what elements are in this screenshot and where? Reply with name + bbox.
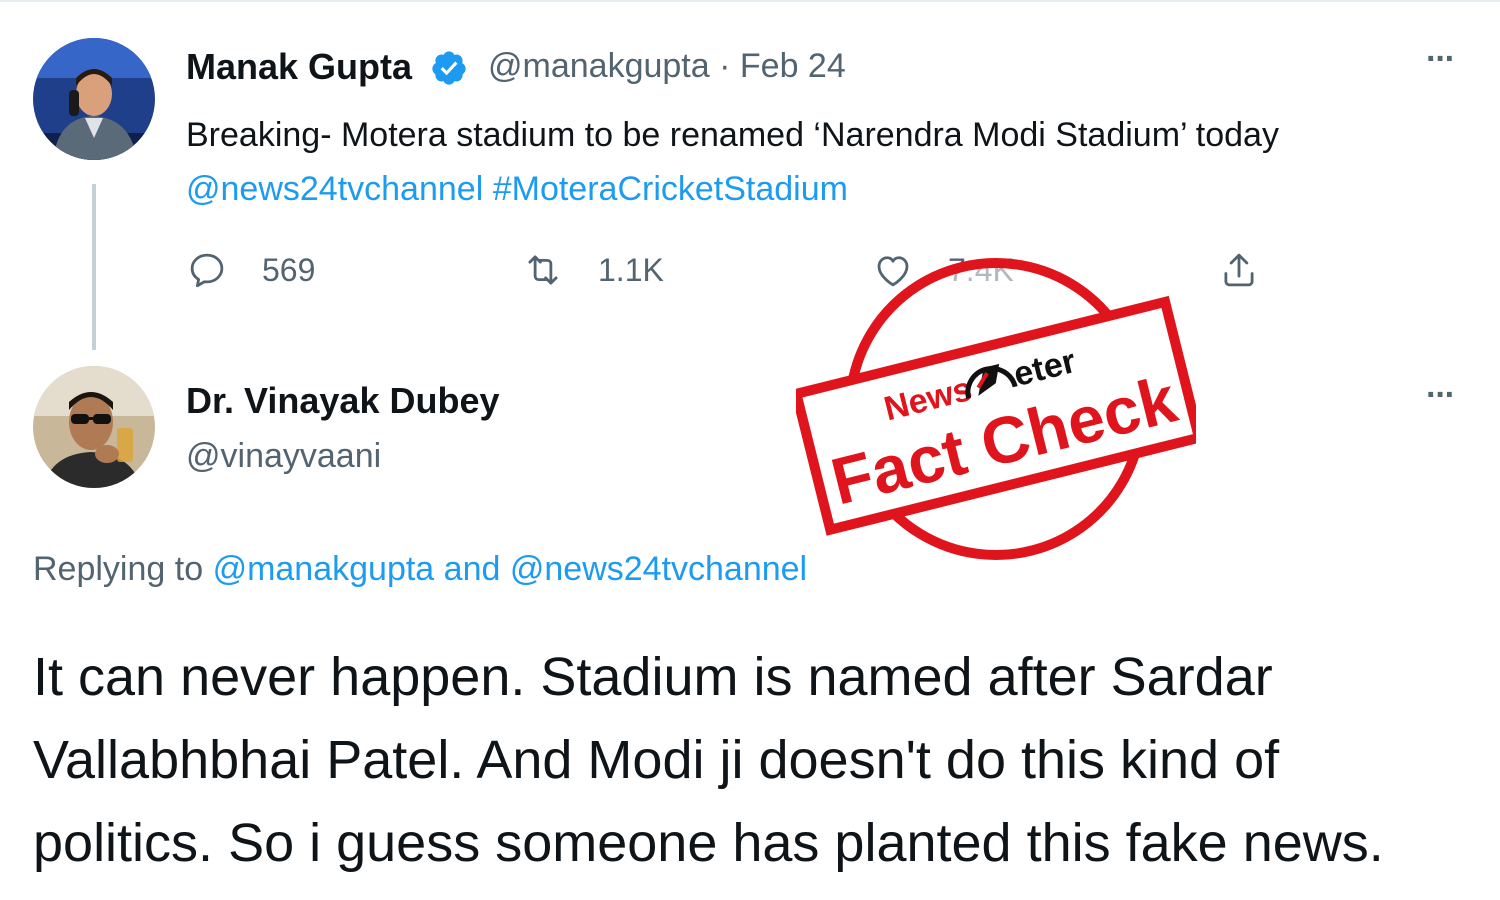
tweet-date[interactable]: Feb 24 (740, 47, 846, 85)
verified-badge-icon (430, 49, 468, 87)
replying-user-link[interactable]: @news24tvchannel (510, 550, 807, 588)
top-divider (0, 0, 1500, 2)
meta-separator: · (719, 47, 731, 85)
share-icon (1224, 253, 1254, 287)
replying-prefix: Replying to (33, 550, 204, 588)
thread-connector-line (92, 184, 96, 350)
tweet-meta: @manakgupta · Feb 24 (488, 47, 846, 86)
more-options-icon[interactable]: ··· (1426, 376, 1456, 415)
author-name[interactable]: Manak Gupta (186, 46, 412, 88)
reply-button[interactable]: 569 (186, 248, 315, 292)
author-handle[interactable]: @manakgupta (488, 47, 710, 85)
retweet-icon (528, 255, 558, 285)
fact-check-stamp: News eter Fact Check (790, 254, 1206, 564)
avatar-manak-gupta[interactable] (33, 38, 155, 160)
hashtag-link[interactable]: #MoteraCricketStadium (493, 170, 848, 208)
author-name[interactable]: Dr. Vinayak Dubey (186, 380, 500, 422)
replying-and: and (443, 550, 501, 588)
replying-user-link[interactable]: @manakgupta (213, 550, 435, 588)
mention-link[interactable]: @news24tvchannel (186, 170, 483, 208)
reply-tweet-text: It can never happen. Stadium is named af… (33, 647, 1384, 873)
share-button[interactable] (1218, 248, 1260, 292)
avatar-vinayak-dubey[interactable] (33, 366, 155, 488)
author-handle[interactable]: @vinayvaani (186, 437, 381, 476)
reply-count: 569 (262, 251, 316, 288)
retweet-button[interactable]: 1.1K (522, 248, 664, 292)
retweet-count: 1.1K (598, 251, 664, 288)
tweet-text: Breaking- Motera stadium to be renamed ‘… (186, 108, 1466, 216)
tweet-body: Breaking- Motera stadium to be renamed ‘… (186, 116, 1279, 154)
replying-to-line: Replying to @manakgupta and @news24tvcha… (33, 550, 807, 589)
reply-icon (190, 253, 224, 288)
more-options-icon[interactable]: ··· (1426, 40, 1456, 79)
